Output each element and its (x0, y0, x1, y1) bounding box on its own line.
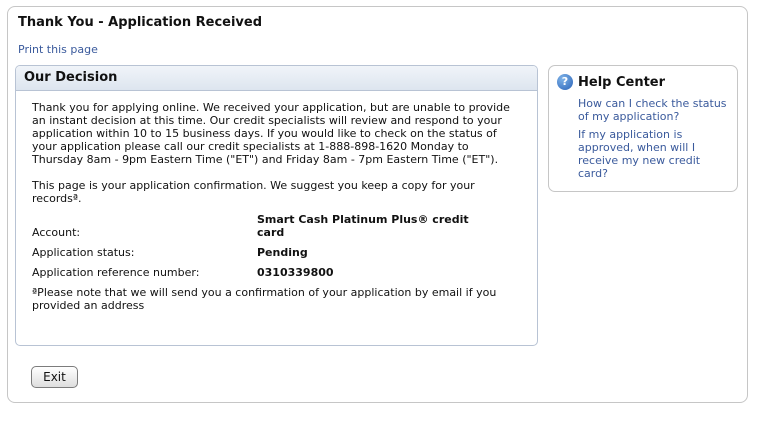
account-value: Smart Cash Platinum Plus® credit card (257, 213, 469, 239)
page-title: Thank You - Application Received (18, 15, 263, 30)
status-value: Pending (257, 246, 308, 259)
question-icon: ? (557, 74, 573, 90)
help-links: How can I check the status of my applica… (578, 97, 728, 185)
help-center-title: Help Center (578, 75, 666, 90)
help-link-check-status[interactable]: How can I check the status of my applica… (578, 97, 728, 123)
detail-row-reference: Application reference number: 0310339800 (32, 266, 512, 279)
decision-body: Thank you for applying online. We receiv… (32, 101, 512, 312)
account-label: Account: (32, 226, 81, 239)
reference-value: 0310339800 (257, 266, 334, 279)
exit-button[interactable]: Exit (31, 366, 78, 388)
status-label: Application status: (32, 246, 135, 259)
detail-row-account: Account: Smart Cash Platinum Plus® credi… (32, 213, 512, 239)
decision-panel: Our Decision Thank you for applying onli… (15, 65, 538, 346)
help-link-receive-card[interactable]: If my application is approved, when will… (578, 128, 728, 180)
decision-panel-header: Our Decision (16, 66, 537, 91)
print-page-link[interactable]: Print this page (18, 43, 98, 56)
detail-row-status: Application status: Pending (32, 246, 512, 259)
reference-label: Application reference number: (32, 266, 200, 279)
email-note: ªPlease note that we will send you a con… (32, 286, 497, 312)
application-details: Account: Smart Cash Platinum Plus® credi… (32, 213, 512, 279)
decision-message: Thank you for applying online. We receiv… (32, 101, 510, 166)
confirmation-message: This page is your application confirmati… (32, 179, 475, 205)
decision-title: Our Decision (24, 70, 118, 85)
help-center-panel: ? Help Center How can I check the status… (548, 65, 738, 192)
